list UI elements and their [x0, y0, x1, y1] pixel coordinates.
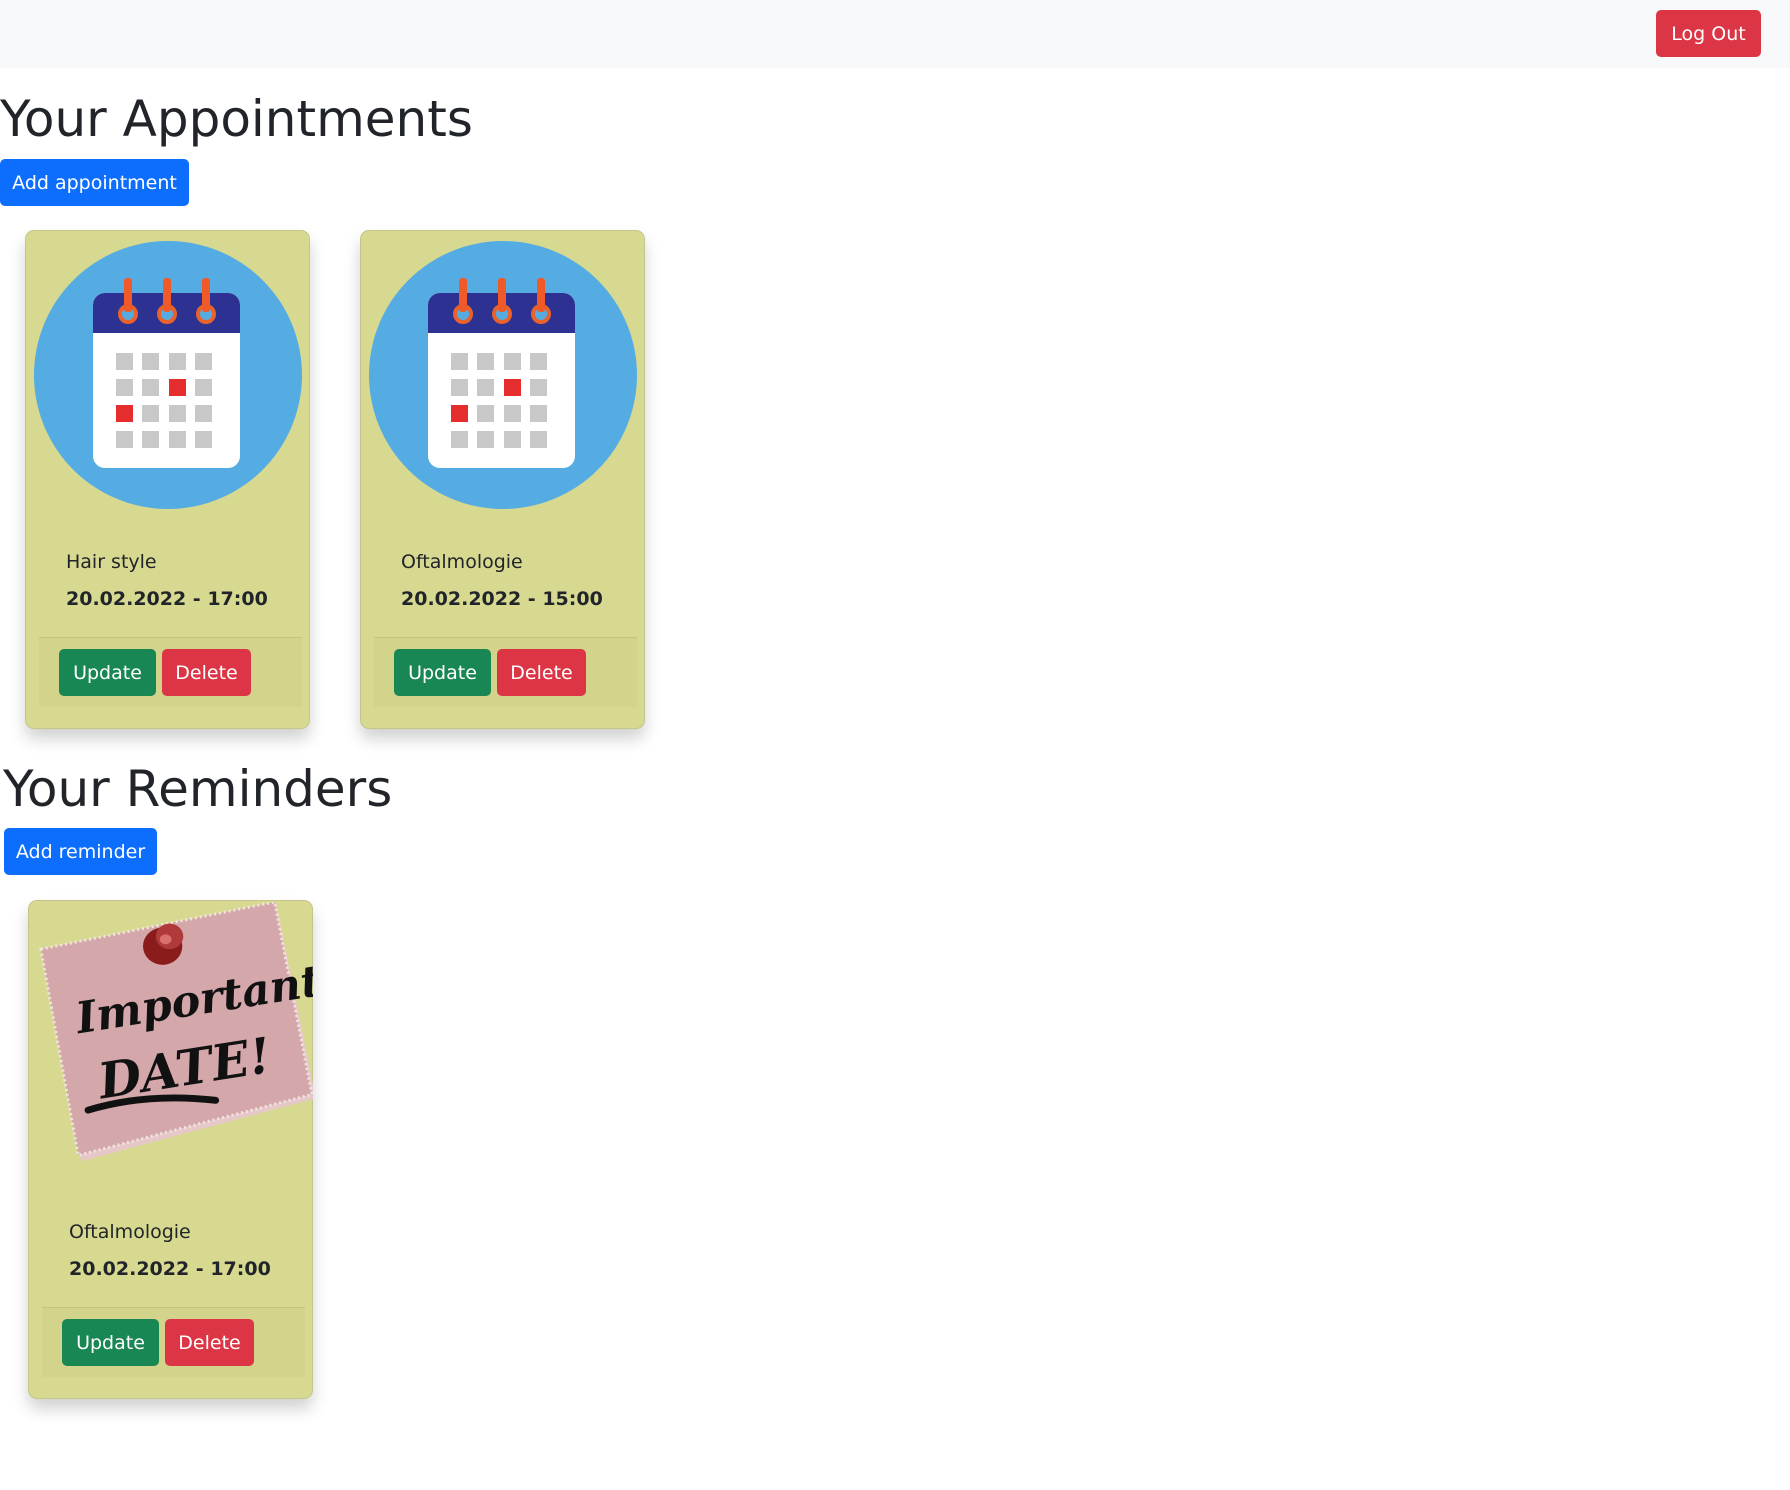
update-button[interactable]: Update — [59, 649, 156, 696]
calendar-icon — [34, 241, 302, 509]
card-footer: Update Delete — [42, 1307, 305, 1377]
appointment-card: Hair style 20.02.2022 - 17:00 Update Del… — [25, 230, 310, 729]
appointment-name: Oftalmologie — [401, 551, 523, 573]
update-button[interactable]: Update — [394, 649, 491, 696]
appointments-heading: Your Appointments — [0, 90, 473, 148]
appointment-datetime: 20.02.2022 - 17:00 — [66, 588, 268, 610]
delete-button[interactable]: Delete — [165, 1319, 254, 1366]
reminder-card: Important DATE! Oftalmologie 20.02.2022 … — [28, 900, 313, 1399]
add-reminder-button[interactable]: Add reminder — [4, 828, 157, 875]
update-button[interactable]: Update — [62, 1319, 159, 1366]
delete-button[interactable]: Delete — [162, 649, 251, 696]
calendar-icon — [369, 241, 637, 509]
sticky-note-image: Important DATE! — [39, 902, 313, 1162]
reminder-name: Oftalmologie — [69, 1221, 191, 1243]
appointment-name: Hair style — [66, 551, 157, 573]
appointment-datetime: 20.02.2022 - 15:00 — [401, 588, 603, 610]
card-footer: Update Delete — [39, 637, 302, 707]
top-navbar: Log Out — [0, 0, 1790, 68]
logout-button[interactable]: Log Out — [1656, 10, 1761, 57]
reminders-heading: Your Reminders — [3, 760, 393, 818]
reminder-datetime: 20.02.2022 - 17:00 — [69, 1258, 271, 1280]
appointment-card: Oftalmologie 20.02.2022 - 15:00 Update D… — [360, 230, 645, 729]
delete-button[interactable]: Delete — [497, 649, 586, 696]
card-footer: Update Delete — [374, 637, 637, 707]
add-appointment-button[interactable]: Add appointment — [0, 159, 189, 206]
